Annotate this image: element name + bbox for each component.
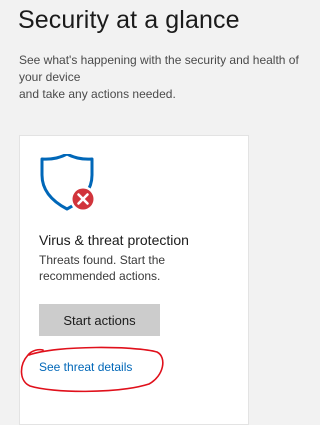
- start-actions-button[interactable]: Start actions: [39, 304, 160, 336]
- shield-error-icon: [39, 152, 99, 214]
- page-description: See what's happening with the security a…: [19, 53, 299, 101]
- tile-description: Threats found. Start the recommended act…: [39, 253, 166, 283]
- virus-threat-protection-tile: Virus & threat protection Threats found.…: [19, 135, 249, 425]
- page-title: Security at a glance: [18, 6, 240, 34]
- tile-title: Virus & threat protection: [39, 232, 189, 248]
- see-threat-details-link[interactable]: See threat details: [39, 360, 132, 374]
